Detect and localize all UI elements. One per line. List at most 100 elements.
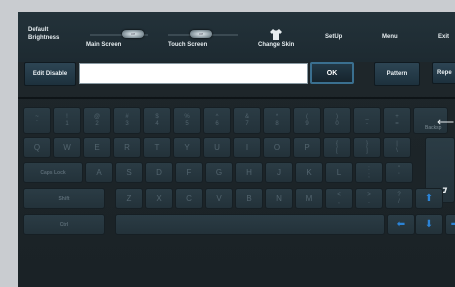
key-char: [ bbox=[336, 147, 338, 154]
key-shift-char: # bbox=[125, 113, 129, 120]
menu-button[interactable]: Menu bbox=[382, 33, 398, 41]
key-h[interactable]: H bbox=[235, 162, 263, 183]
key-1[interactable]: ! 1 bbox=[53, 107, 81, 134]
key-sym-1[interactable]: }] bbox=[353, 137, 381, 158]
key-n[interactable]: N bbox=[265, 188, 293, 209]
key-char: ' bbox=[398, 172, 400, 179]
key-y[interactable]: Y bbox=[173, 137, 201, 158]
key-punct-1[interactable]: " ' bbox=[385, 162, 413, 183]
key-shift-char: & bbox=[244, 113, 249, 120]
text-input-field[interactable] bbox=[79, 63, 308, 84]
key-q[interactable]: Q bbox=[23, 137, 51, 158]
key-angle-2[interactable]: ? / bbox=[385, 188, 413, 209]
key-w[interactable]: W bbox=[53, 137, 81, 158]
key-f[interactable]: F bbox=[175, 162, 203, 183]
ctrl-key[interactable]: Ctrl bbox=[23, 214, 105, 235]
key-char: 6 bbox=[215, 120, 219, 127]
arrow-left-key[interactable]: ⬅ bbox=[387, 214, 415, 235]
key-c[interactable]: C bbox=[175, 188, 203, 209]
main-screen-label: Main Screen bbox=[86, 42, 122, 48]
key-2[interactable]: @2 bbox=[83, 107, 111, 134]
keyboard-screen: Default Brightness Off Main Screen Off T… bbox=[18, 12, 455, 287]
key-5[interactable]: % 5 bbox=[173, 107, 201, 134]
key-j[interactable]: J bbox=[265, 162, 293, 183]
key-shift-char: ! bbox=[66, 113, 68, 120]
key-punct-0[interactable]: :; bbox=[355, 162, 383, 183]
key-a[interactable]: A bbox=[85, 162, 113, 183]
key-shift-char: @ bbox=[93, 113, 101, 120]
key-o[interactable]: O bbox=[263, 137, 291, 158]
key-sym-2[interactable]: | \ bbox=[383, 137, 411, 158]
keyboard-divider bbox=[18, 97, 455, 99]
touch-screen-slider-knob[interactable]: Off bbox=[190, 30, 212, 38]
key-char: 9 bbox=[305, 120, 309, 127]
key-shift-char: ~ bbox=[35, 113, 39, 120]
key-sym-0[interactable]: {[ bbox=[323, 137, 351, 158]
spacebar-key[interactable] bbox=[115, 214, 385, 235]
repeat-button[interactable]: Repe bbox=[432, 62, 455, 84]
key-shift-char: _ bbox=[365, 113, 369, 120]
key-shift-char: > bbox=[367, 191, 371, 198]
key-shift-char: ? bbox=[397, 191, 401, 198]
key-4[interactable]: $4 bbox=[143, 107, 171, 134]
key-u[interactable]: U bbox=[203, 137, 231, 158]
key-k[interactable]: K bbox=[295, 162, 323, 183]
key-char: , bbox=[338, 198, 340, 205]
key-char: = bbox=[395, 120, 399, 127]
key-m[interactable]: M bbox=[295, 188, 323, 209]
shift-key[interactable]: Shift bbox=[23, 188, 105, 209]
key-8[interactable]: * 8 bbox=[263, 107, 291, 134]
setup-button[interactable]: SetUp bbox=[325, 33, 342, 41]
key-p[interactable]: P bbox=[293, 137, 321, 158]
key-shift-char: { bbox=[335, 140, 338, 147]
key-3[interactable]: #3 bbox=[113, 107, 141, 134]
key-9[interactable]: (9 bbox=[293, 107, 321, 134]
key-d[interactable]: D bbox=[145, 162, 173, 183]
key-e[interactable]: E bbox=[83, 137, 111, 158]
edit-disable-button[interactable]: Edit Disable bbox=[24, 62, 76, 86]
key-7[interactable]: & 7 bbox=[233, 107, 261, 134]
default-brightness-button[interactable]: Default Brightness bbox=[28, 26, 59, 42]
key-shift-char: % bbox=[184, 113, 190, 120]
caps-lock-key[interactable]: Caps Lock bbox=[23, 162, 83, 183]
key-char: ` bbox=[36, 120, 38, 127]
shirt-icon[interactable] bbox=[270, 27, 282, 40]
key-char: ; bbox=[368, 172, 370, 179]
arrow-right-key[interactable]: ➡ bbox=[445, 214, 455, 235]
key-char: 7 bbox=[245, 120, 249, 127]
key-s[interactable]: S bbox=[115, 162, 143, 183]
ok-button[interactable]: OK bbox=[310, 62, 354, 84]
key-angle-1[interactable]: >. bbox=[355, 188, 383, 209]
key-r[interactable]: R bbox=[113, 137, 141, 158]
key-char: / bbox=[398, 198, 400, 205]
key-b[interactable]: B bbox=[235, 188, 263, 209]
key-shift-char: + bbox=[395, 113, 399, 120]
key-char: 1 bbox=[65, 120, 69, 127]
key-char: - bbox=[366, 120, 368, 127]
pattern-button[interactable]: Pattern bbox=[374, 62, 420, 86]
exit-button[interactable]: Exit bbox=[438, 33, 449, 41]
touch-screen-label: Touch Screen bbox=[168, 42, 208, 48]
key-t[interactable]: T bbox=[143, 137, 171, 158]
main-screen-slider-knob[interactable]: Off bbox=[122, 30, 144, 38]
arrow-down-key[interactable]: ⬇ bbox=[415, 214, 443, 235]
key-char: ] bbox=[366, 147, 368, 154]
key-l[interactable]: L bbox=[325, 162, 353, 183]
key-char: 3 bbox=[125, 120, 129, 127]
key-`[interactable]: ~ ` bbox=[23, 107, 51, 134]
key-6[interactable]: ^ 6 bbox=[203, 107, 231, 134]
arrow-up-key[interactable]: ⬆ bbox=[415, 188, 443, 209]
key--[interactable]: _ - bbox=[353, 107, 381, 134]
key-shift-char: " bbox=[397, 165, 401, 172]
key-g[interactable]: G bbox=[205, 162, 233, 183]
key-shift-char: ) bbox=[336, 113, 338, 120]
key-=[interactable]: + = bbox=[383, 107, 411, 134]
key-v[interactable]: V bbox=[205, 188, 233, 209]
key-i[interactable]: I bbox=[233, 137, 261, 158]
key-char: 4 bbox=[155, 120, 159, 127]
key-x[interactable]: X bbox=[145, 188, 173, 209]
key-char: . bbox=[368, 198, 370, 205]
key-z[interactable]: Z bbox=[115, 188, 143, 209]
key-0[interactable]: ) 0 bbox=[323, 107, 351, 134]
key-angle-0[interactable]: <, bbox=[325, 188, 353, 209]
